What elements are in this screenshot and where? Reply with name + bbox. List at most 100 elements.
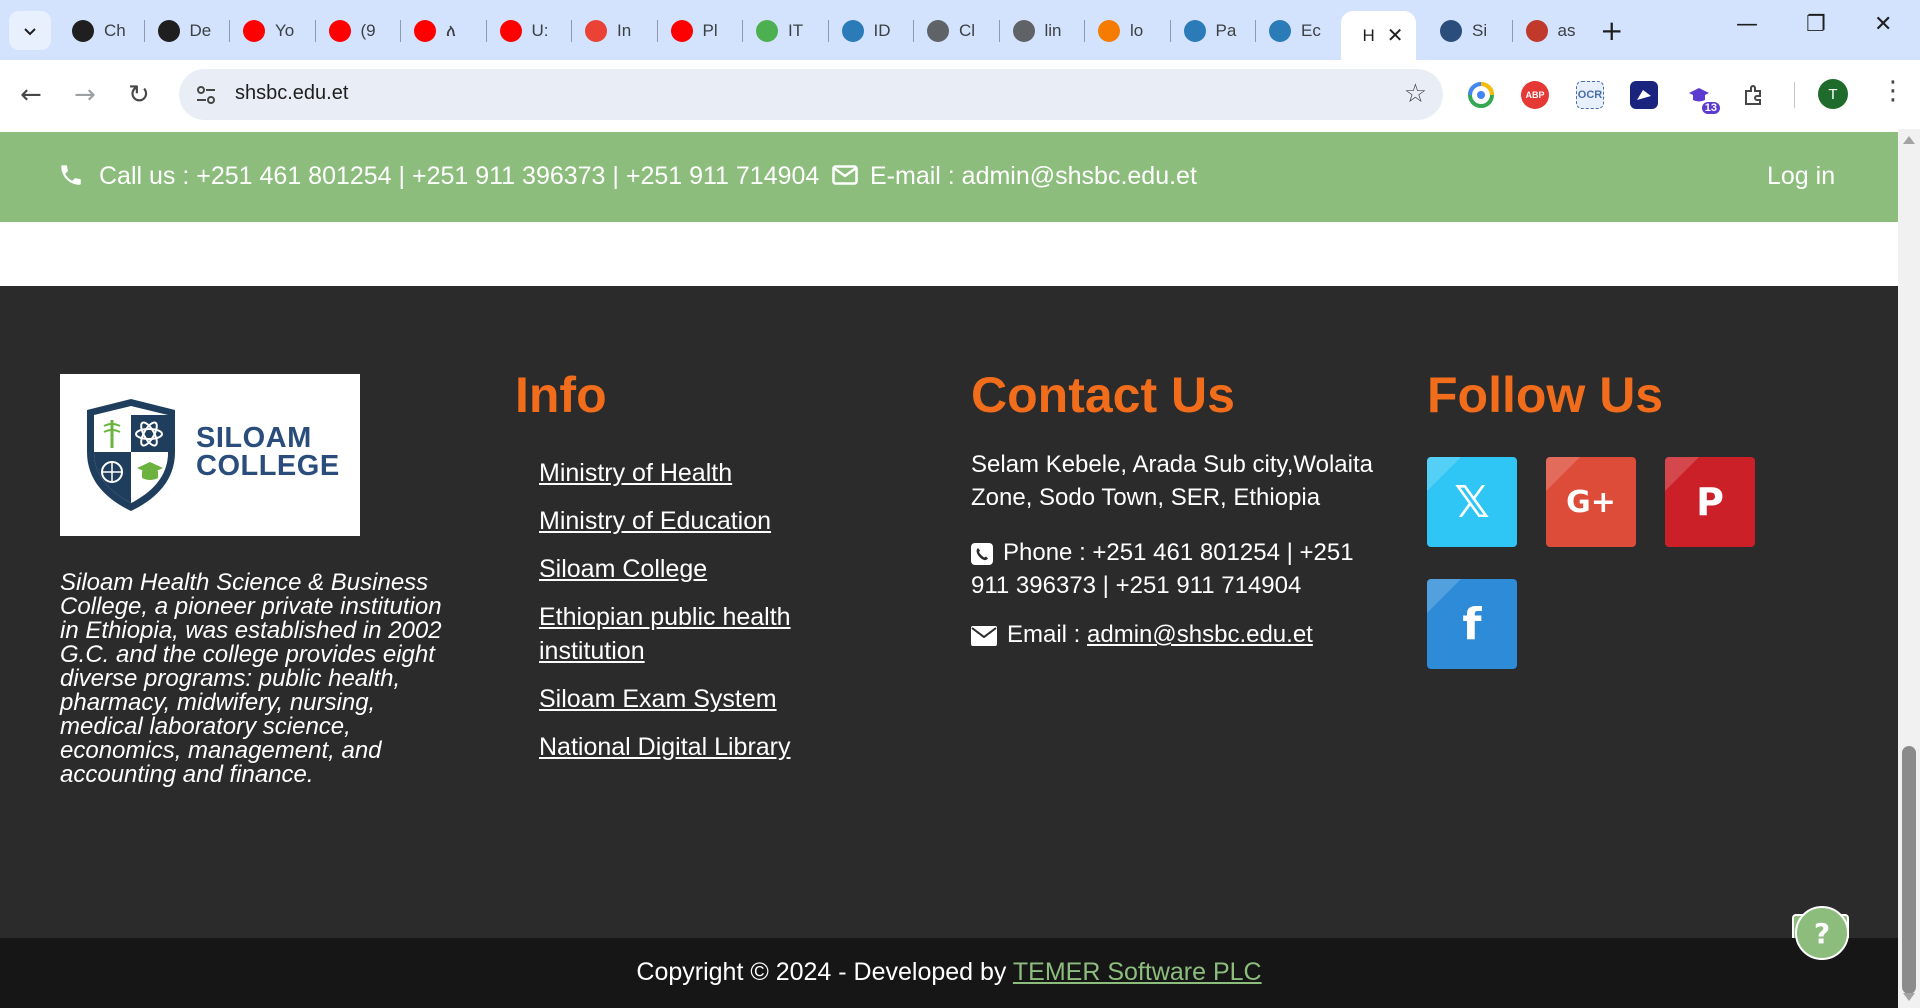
- info-link[interactable]: National Digital Library: [539, 733, 791, 761]
- login-link[interactable]: Log in: [1767, 162, 1835, 191]
- browser-tab[interactable]: U:: [486, 11, 572, 51]
- contact-heading: Contact Us: [971, 367, 1235, 423]
- browser-tab[interactable]: Ec: [1255, 11, 1341, 51]
- tab-title: Yo: [275, 21, 295, 40]
- button-shine: [1665, 457, 1699, 491]
- tab-separator: [485, 20, 487, 42]
- copyright-text: Copyright © 2024 - Developed by: [636, 958, 1013, 986]
- college-logo[interactable]: SILOAM COLLEGE: [60, 374, 360, 536]
- browser-tab[interactable]: ID: [828, 11, 914, 51]
- page-scrollbar[interactable]: [1898, 129, 1920, 1008]
- close-window-button[interactable]: ✕: [1874, 12, 1892, 37]
- bookmark-star-icon[interactable]: ☆: [1404, 79, 1427, 109]
- tab-title: Pa: [1215, 21, 1237, 40]
- url-text[interactable]: shsbc.edu.et: [235, 82, 348, 105]
- extension-badge: 13: [1700, 101, 1721, 115]
- tab-separator: [1511, 20, 1513, 42]
- gmail-icon: [585, 20, 607, 42]
- image-extension-icon[interactable]: [1630, 81, 1658, 109]
- google-plus-button[interactable]: G+: [1546, 457, 1636, 547]
- x-button[interactable]: 𝕏: [1427, 457, 1517, 547]
- browser-menu-icon[interactable]: ⋮: [1880, 76, 1906, 106]
- browser-tab[interactable]: Cl: [913, 11, 999, 51]
- contact-phone-text: Phone : +251 461 801254 | +251 911 39637…: [971, 539, 1354, 599]
- browser-tab[interactable]: IT: [742, 11, 828, 51]
- info-link[interactable]: Ministry of Health: [539, 459, 732, 487]
- back-button[interactable]: ←: [20, 80, 42, 110]
- tab-separator: [1084, 20, 1085, 42]
- contact-email-label: Email :: [1007, 621, 1088, 648]
- forward-button[interactable]: →: [74, 80, 96, 110]
- ocr-icon[interactable]: OCR: [1576, 81, 1604, 109]
- browser-tab[interactable]: Pl: [657, 11, 743, 51]
- scroll-down-arrow[interactable]: [1903, 993, 1915, 1001]
- xampp-orange-icon: [1098, 20, 1120, 42]
- list-item: Siloam Exam System: [539, 682, 859, 716]
- tab-separator: [143, 20, 145, 42]
- adblock-icon[interactable]: ABP: [1521, 81, 1549, 109]
- minimize-button[interactable]: —: [1736, 12, 1758, 37]
- youtube-icon: [670, 20, 693, 42]
- tab-title: (9: [360, 21, 376, 40]
- pinterest-icon: P: [1696, 480, 1724, 524]
- restore-button[interactable]: ❐: [1806, 12, 1826, 37]
- new-tab-button[interactable]: +: [1600, 14, 1623, 47]
- info-link[interactable]: Siloam College: [539, 555, 707, 583]
- envelope-icon: [971, 625, 997, 646]
- browser-toolbar: ← → ↻ shsbc.edu.et ☆ ABP OCR 13 T ⋮: [0, 60, 1920, 129]
- tab-title: Si: [1472, 21, 1488, 40]
- browser-tab[interactable]: lin: [999, 11, 1085, 51]
- profile-avatar[interactable]: T: [1818, 79, 1848, 109]
- tab-title: In: [617, 21, 632, 40]
- list-item: Ethiopian public health institution: [539, 600, 859, 668]
- tab-title: IT: [788, 21, 804, 40]
- pinterest-button[interactable]: P: [1665, 457, 1755, 547]
- browser-tab[interactable]: Ch: [58, 11, 144, 51]
- tab-title: lo: [1130, 21, 1144, 40]
- info-heading: Info: [515, 367, 607, 423]
- contact-email-link[interactable]: admin@shsbc.edu.et: [1087, 621, 1313, 648]
- scroll-up-arrow[interactable]: [1903, 136, 1915, 144]
- browser-tab[interactable]: (9: [315, 11, 401, 51]
- youtube-icon: [414, 20, 436, 42]
- browser-tab[interactable]: Pa: [1170, 11, 1256, 51]
- tab-separator: [998, 20, 1000, 42]
- address-bar[interactable]: shsbc.edu.et ☆: [179, 69, 1443, 120]
- arc-icon: [756, 20, 778, 42]
- envelope-icon: [832, 165, 858, 185]
- browser-tab[interactable]: In: [571, 11, 657, 51]
- tab-strip: Ch De Yo (9 ለ U: In Pl IT ID Cl lin lo Pa Ec H ✕ Si as + —…: [0, 0, 1920, 60]
- tab-separator: [827, 20, 829, 42]
- tab-separator: [742, 20, 743, 42]
- graduation-extension-icon[interactable]: 13: [1685, 81, 1721, 115]
- facebook-icon: f: [1462, 598, 1482, 650]
- xampp-icon: [1269, 20, 1291, 42]
- info-link[interactable]: Ministry of Education: [539, 507, 771, 535]
- browser-tab[interactable]: H ✕: [1340, 11, 1416, 60]
- contact-phone-row: Phone : +251 461 801254 | +251 911 39637…: [971, 536, 1391, 602]
- facebook-button[interactable]: f: [1427, 579, 1517, 669]
- browser-tab[interactable]: as: [1512, 11, 1598, 51]
- browser-tab[interactable]: ለ: [400, 11, 486, 51]
- tab-separator: [314, 20, 316, 42]
- close-tab-icon[interactable]: ✕: [1387, 23, 1404, 47]
- browser-tab[interactable]: Si: [1426, 11, 1512, 51]
- about-text: Siloam Health Science & Business College…: [60, 569, 442, 788]
- info-link[interactable]: Ethiopian public health institution: [539, 603, 791, 665]
- puzzle-icon[interactable]: [1740, 81, 1768, 109]
- tab-separator: [229, 20, 230, 42]
- browser-tab[interactable]: lo: [1084, 11, 1170, 51]
- x-icon: 𝕏: [1454, 476, 1490, 528]
- info-link[interactable]: Siloam Exam System: [539, 685, 777, 713]
- help-button[interactable]: ?: [1795, 906, 1849, 960]
- list-item: Siloam College: [539, 552, 859, 586]
- tab-search-button[interactable]: [9, 11, 51, 50]
- site-info-icon[interactable]: [195, 84, 217, 106]
- scroll-thumb[interactable]: [1902, 746, 1916, 994]
- reload-button[interactable]: ↻: [128, 80, 150, 110]
- developer-link[interactable]: TEMER Software PLC: [1013, 958, 1262, 986]
- browser-tab[interactable]: De: [144, 11, 230, 51]
- chrome-color-icon[interactable]: [1467, 81, 1495, 109]
- browser-tab[interactable]: Yo: [229, 11, 315, 51]
- tab-separator: [400, 20, 401, 42]
